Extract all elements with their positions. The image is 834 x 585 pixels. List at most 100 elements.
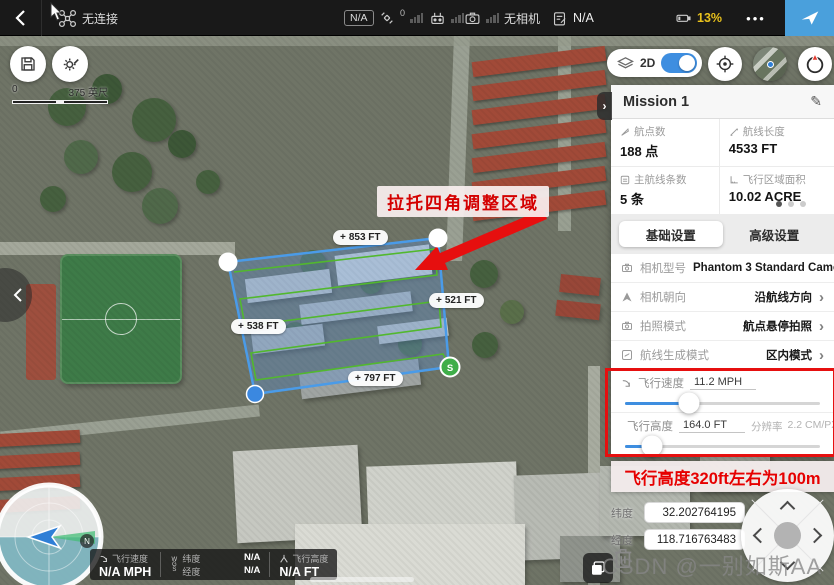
edge-length-pill: + 797 FT <box>348 371 403 386</box>
speed-slider[interactable] <box>625 392 820 414</box>
dpad-center-button[interactable] <box>774 522 801 549</box>
mission-title: Mission 1 <box>623 94 689 110</box>
locate-crosshair-icon <box>715 54 735 74</box>
setting-camera-heading[interactable]: 相机朝向 沿航线方向 › <box>611 283 834 312</box>
speed-slider-thumb[interactable] <box>679 393 700 414</box>
stats-page-dots[interactable] <box>776 201 806 207</box>
dpad-up-button[interactable] <box>780 501 796 517</box>
telemetry-altitude: 飞行高度 N/A FT <box>270 549 337 580</box>
flight-sliders: 飞行速度 11.2 MPH 飞行高度 164.0 FT 分辨率 2.2 CM/P… <box>611 370 834 456</box>
minimap-button[interactable] <box>753 47 787 81</box>
compass-icon <box>804 53 826 75</box>
map-scale-bar: 0 375 英尺 <box>12 84 108 104</box>
takeoff-button[interactable] <box>785 0 834 36</box>
telemetry-position: WGS 纬度 N/A 经度 N/A <box>161 549 269 580</box>
route-mode-icon <box>621 349 633 361</box>
save-icon <box>19 55 37 73</box>
datum-label: WGS <box>170 557 177 572</box>
altitude-icon <box>279 554 289 564</box>
clipboard-icon <box>551 10 568 27</box>
altitude-value-field[interactable]: 164.0 FT <box>679 419 745 433</box>
settings-button[interactable] <box>52 46 88 82</box>
gps-status: 0 <box>379 0 423 36</box>
camera-icon <box>621 262 633 274</box>
gps-signal-bars <box>410 13 423 23</box>
compass-reset-button[interactable] <box>798 47 832 81</box>
photo-mode-icon <box>621 320 633 332</box>
map-mode-toggle[interactable]: 2D <box>607 49 702 77</box>
remote-controller-icon <box>429 10 446 27</box>
map-annotation-label: 拉托四角调整区域 <box>377 186 549 217</box>
watermark: CSDN @一别如斯AA <box>602 549 822 581</box>
tab-advanced-settings[interactable]: 高级设置 <box>723 221 827 247</box>
dpad-left-button[interactable] <box>753 528 769 544</box>
altitude-slider[interactable] <box>625 435 820 457</box>
battery-icon <box>674 10 692 26</box>
setting-camera-model[interactable]: 相机型号 Phantom 3 Standard Camera › <box>611 254 834 283</box>
speed-slider-row: 飞行速度 11.2 MPH <box>611 370 834 413</box>
main-lines-icon <box>620 175 630 185</box>
panel-collapse-button[interactable]: › <box>597 92 612 120</box>
altitude-slider-row: 飞行高度 164.0 FT 分辨率 2.2 CM/PX <box>611 413 834 456</box>
altitude-note-banner: 飞行高度320ft左右为100m <box>611 461 834 492</box>
top-status-bar: 无连接 N/A 0 无相机 N/A <box>0 0 834 36</box>
latitude-input[interactable] <box>644 502 745 523</box>
speed-icon <box>621 378 632 389</box>
chevron-right-icon: › <box>819 348 824 363</box>
minimap-position-dot <box>767 61 774 68</box>
save-mission-button[interactable] <box>10 46 46 82</box>
camera-signal-bars <box>486 13 499 23</box>
edge-length-pill: + 853 FT <box>333 230 388 245</box>
longitude-input[interactable] <box>644 529 745 550</box>
telemetry-bar: 飞行速度 N/A MPH WGS 纬度 N/A 经度 N/A 飞行高度 N/A … <box>90 549 337 580</box>
scale-bar-line <box>12 100 108 104</box>
plus-icon: + <box>340 232 346 243</box>
rc-signal-bars <box>451 13 464 23</box>
layers-icon <box>617 56 634 71</box>
settings-tabs: 基础设置 高级设置 <box>611 214 834 254</box>
heading-arrow-icon <box>621 291 633 303</box>
home-indicator <box>310 577 414 582</box>
plus-icon: + <box>355 373 361 384</box>
chevron-left-icon <box>13 287 23 303</box>
flight-mode-badge: N/A <box>344 0 374 36</box>
stat-main-lines: 主航线条数 5 条 <box>611 167 720 214</box>
route-length-icon <box>729 127 739 137</box>
mission-panel: Mission 1 ✎ 航点数 188 点 航线长度 4533 FT <box>611 85 834 550</box>
mission-stats: 航点数 188 点 航线长度 4533 FT 主航线条数 5 条 <box>611 119 834 214</box>
scale-start: 0 <box>12 84 18 99</box>
map-mode-label: 2D <box>640 56 655 70</box>
dpad-right-button[interactable] <box>807 528 823 544</box>
takeoff-plane-icon <box>800 8 820 28</box>
more-menu-button[interactable]: ••• <box>735 0 777 36</box>
attitude-compass-instrument: N <box>0 482 104 585</box>
back-button[interactable] <box>0 0 42 36</box>
speed-icon <box>99 554 109 564</box>
altitude-slider-thumb[interactable] <box>642 436 663 457</box>
camera-status: 无相机 <box>464 0 540 36</box>
back-chevron-icon <box>15 9 26 27</box>
remote-controller-status <box>429 0 464 36</box>
resolution-value: 2.2 CM/PX <box>788 419 834 434</box>
edit-mission-icon[interactable]: ✎ <box>810 93 822 110</box>
mouse-cursor <box>50 2 63 21</box>
2d-toggle-switch[interactable] <box>661 53 697 73</box>
setting-route-generation-mode[interactable]: 航线生成模式 区内模式 › <box>611 341 834 370</box>
waypoint-icon <box>620 127 630 137</box>
stat-route-length: 航线长度 4533 FT <box>720 119 834 167</box>
speed-value-field[interactable]: 11.2 MPH <box>690 376 756 390</box>
battery-status: 13% <box>674 0 722 36</box>
scale-end: 375 英尺 <box>69 84 108 99</box>
setting-photo-mode[interactable]: 拍照模式 航点悬停拍照 › <box>611 312 834 341</box>
edge-length-pill: + 538 FT <box>231 319 286 334</box>
edge-length-pill: + 521 FT <box>429 293 484 308</box>
plus-icon: + <box>436 295 442 306</box>
tab-basic-settings[interactable]: 基础设置 <box>619 221 723 247</box>
satellite-icon <box>379 10 395 26</box>
chevron-right-icon: › <box>819 319 824 334</box>
aircraft-connection-status: 无连接 <box>58 0 118 36</box>
mission-header: Mission 1 ✎ <box>611 85 834 119</box>
flight-board-status: N/A <box>551 0 594 36</box>
camera-icon <box>464 10 481 27</box>
locate-button[interactable] <box>708 47 742 81</box>
